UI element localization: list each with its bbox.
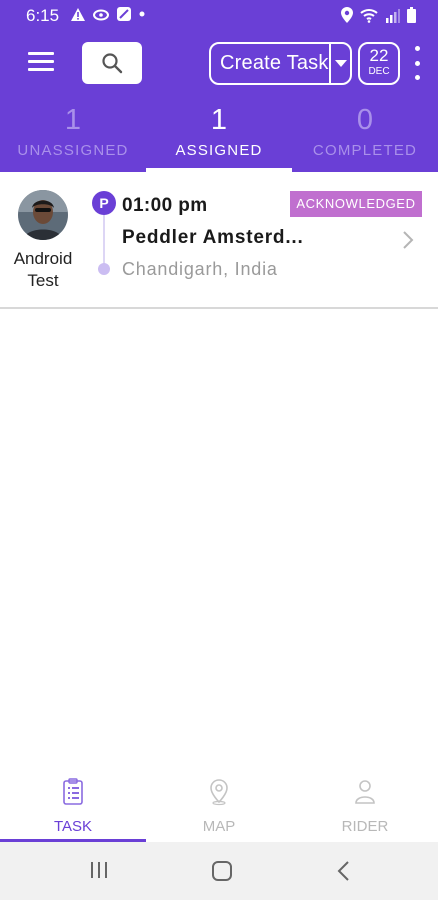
rider-icon (355, 780, 375, 804)
chevron-right-icon[interactable] (400, 230, 416, 250)
create-task-dropdown[interactable] (331, 60, 350, 67)
more-vert-icon[interactable] (411, 46, 423, 80)
nav-label: RIDER (341, 818, 389, 835)
timeline-line (103, 215, 105, 265)
pickup-marker: P (92, 191, 116, 215)
tab-count: 1 (210, 104, 228, 136)
status-badge: ACKNOWLEDGED (290, 191, 422, 217)
date-picker-button[interactable]: 22 DEC (358, 42, 400, 85)
task-title: Peddler Amsterd... (122, 227, 304, 248)
bottom-nav: TASK MAP RIDER (0, 768, 438, 842)
battery-icon (407, 7, 416, 23)
home-icon[interactable] (211, 860, 233, 882)
tab-count: 1 (64, 104, 82, 136)
create-task-label: Create Task (220, 52, 329, 74)
map-pin-icon (210, 779, 228, 806)
rider-name-line1: Android (13, 249, 73, 268)
status-bar: 6:15 (0, 0, 438, 32)
system-nav-bar (0, 842, 438, 900)
task-time: 01:00 pm (122, 195, 208, 216)
tab-label: COMPLETED (312, 142, 418, 159)
nav-rider[interactable]: RIDER (292, 768, 438, 842)
caret-down-icon (334, 60, 347, 67)
back-icon[interactable] (336, 860, 352, 882)
nav-task[interactable]: TASK (0, 768, 146, 842)
dot-icon (139, 11, 145, 17)
avatar (18, 190, 68, 240)
task-location: Chandigarh, India (122, 259, 278, 279)
create-task-button[interactable]: Create Task (209, 42, 352, 85)
app-bar: Create Task 22 DEC 1 UNASSIGNED 1 ASSIGN… (0, 32, 438, 172)
cloud-icon (93, 9, 109, 21)
nav-map[interactable]: MAP (146, 768, 292, 842)
location-icon (341, 7, 353, 23)
tab-label: UNASSIGNED (17, 142, 129, 159)
rider-name-line2: Test (27, 271, 59, 290)
tab-label: ASSIGNED (175, 142, 263, 159)
block-icon (117, 7, 131, 21)
menu-icon[interactable] (28, 52, 56, 74)
task-icon (63, 778, 83, 805)
tab-unassigned[interactable]: 1 UNASSIGNED (0, 104, 146, 172)
nav-label: TASK (53, 818, 93, 835)
tab-assigned[interactable]: 1 ASSIGNED (146, 104, 292, 172)
signal-icon (386, 8, 400, 23)
status-time: 6:15 (26, 6, 60, 25)
status-right-icons (341, 7, 416, 23)
search-icon (102, 53, 123, 74)
date-month: DEC (368, 66, 390, 77)
warning-icon (71, 7, 85, 21)
date-day: 22 (369, 46, 389, 65)
search-button[interactable] (82, 42, 142, 84)
timeline-dot (98, 263, 110, 275)
rider-name: Android Test (4, 248, 82, 292)
task-card[interactable]: Android Test P 01:00 pm Peddler Amsterd.… (0, 172, 438, 309)
nav-label: MAP (202, 818, 236, 835)
wifi-icon (360, 8, 378, 23)
recent-apps-icon[interactable] (89, 860, 109, 880)
status-left-icons (70, 6, 146, 22)
tab-completed[interactable]: 0 COMPLETED (292, 104, 438, 172)
tab-count: 0 (356, 104, 374, 136)
